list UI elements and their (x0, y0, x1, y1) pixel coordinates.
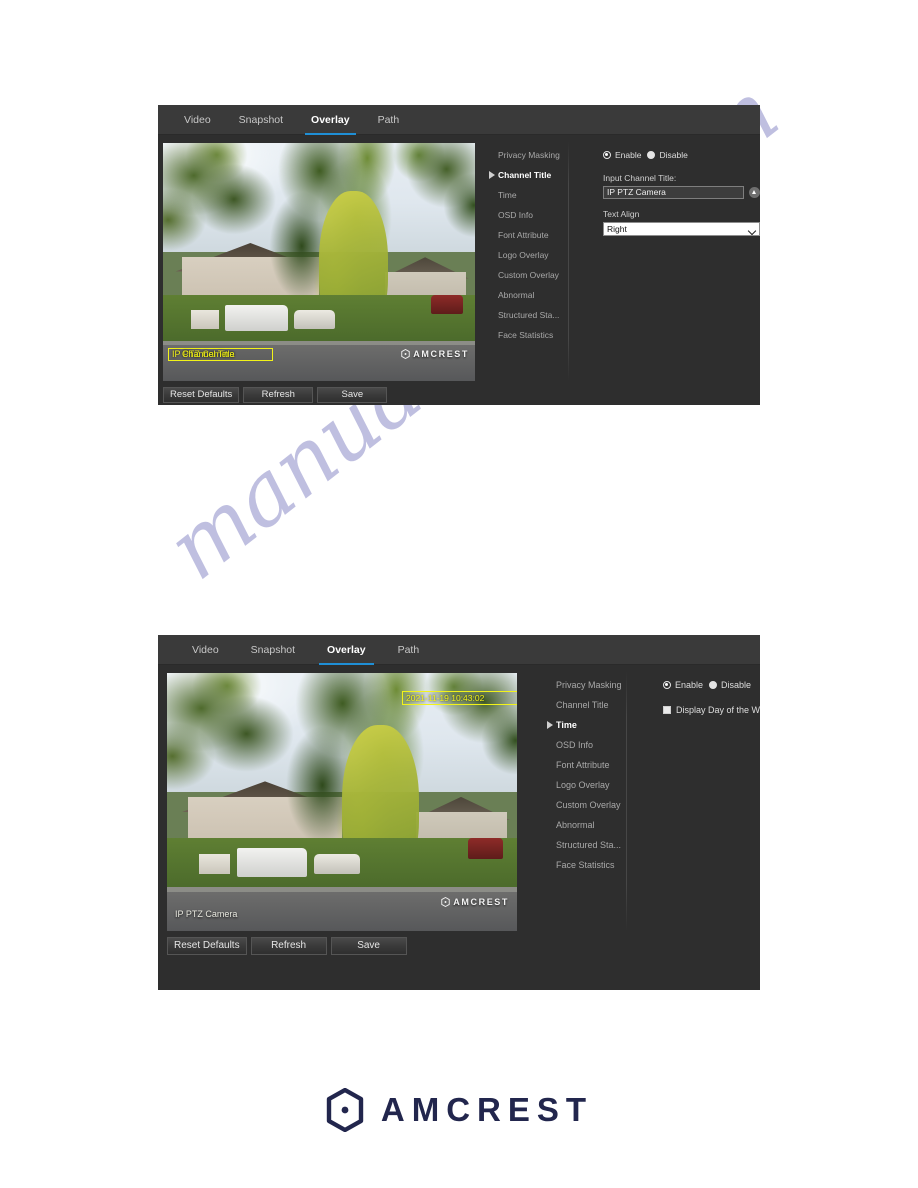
scene-car-red (431, 295, 463, 315)
amcrest-hex-logo-icon (326, 1088, 364, 1132)
enable-radio-option[interactable]: Enable (663, 680, 703, 690)
enable-disable-radio-group: Enable Disable (603, 147, 760, 163)
scene-steps (198, 853, 230, 875)
menu-item-logo-overlay[interactable]: Logo Overlay (489, 245, 587, 265)
save-button[interactable]: Save (330, 937, 407, 955)
footer-brand: AMCREST (0, 1088, 918, 1132)
disable-radio-icon[interactable] (647, 151, 656, 159)
enable-disable-radio-group: Enable Disable (663, 677, 760, 693)
panel-body: IP PTZ Camera Channel Title AMCREST Rese… (158, 135, 760, 403)
tab-video[interactable]: Video (170, 105, 225, 134)
disable-radio-label: Disable (721, 680, 752, 690)
osd-channel-title-box[interactable]: IP PTZ Camera Channel Title (168, 348, 273, 361)
menu-item-font-attribute[interactable]: Font Attribute (547, 755, 647, 775)
footer-brand-text: AMCREST (380, 1091, 594, 1128)
scene-car (294, 309, 335, 329)
video-preview[interactable]: 2021-11-19 10:43:02 IP PTZ Camera AMCRES… (167, 673, 517, 931)
display-day-of-week-row[interactable]: Display Day of the Week (663, 705, 760, 715)
refresh-button[interactable]: Refresh (250, 937, 327, 955)
tab-snapshot[interactable]: Snapshot (225, 105, 297, 134)
menu-item-structured-statistics[interactable]: Structured Sta... (547, 835, 647, 855)
page-root: manualshive.com Video Snapshot Overlay P… (0, 0, 918, 1188)
channel-title-input[interactable]: IP PTZ Camera (603, 186, 744, 199)
menu-item-logo-overlay[interactable]: Logo Overlay (547, 775, 647, 795)
menu-item-osd-info[interactable]: OSD Info (489, 205, 587, 225)
menu-item-time[interactable]: Time (489, 185, 587, 205)
disable-radio-option[interactable]: Disable (647, 150, 688, 160)
osd-timestamp-box[interactable]: 2021-11-19 10:43:02 (402, 691, 517, 705)
refresh-button[interactable]: Refresh (243, 387, 314, 403)
menu-item-font-attribute[interactable]: Font Attribute (489, 225, 587, 245)
scene-car (314, 853, 360, 875)
tab-bar: Video Snapshot Overlay Path (158, 105, 760, 135)
overlay-menu-list: Privacy Masking Channel Title Time OSD I… (489, 143, 587, 403)
disable-radio-label: Disable (659, 150, 688, 160)
scene-truck (225, 304, 288, 331)
tab-path[interactable]: Path (382, 635, 436, 664)
osd-channel-title-placeholder: Channel Title (182, 349, 235, 359)
reset-defaults-button[interactable]: Reset Defaults (167, 937, 247, 955)
channel-title-form: Enable Disable Input Channel Title: IP P… (603, 143, 760, 403)
video-preview[interactable]: IP PTZ Camera Channel Title AMCREST (163, 143, 475, 381)
enable-radio-option[interactable]: Enable (603, 150, 641, 160)
video-column: 2021-11-19 10:43:02 IP PTZ Camera AMCRES… (167, 673, 517, 955)
menu-item-osd-info[interactable]: OSD Info (547, 735, 647, 755)
menu-item-custom-overlay[interactable]: Custom Overlay (489, 265, 587, 285)
video-column: IP PTZ Camera Channel Title AMCREST Rese… (163, 143, 475, 403)
osd-channel-title-text: IP PTZ Camera (175, 909, 238, 919)
menu-item-privacy-masking[interactable]: Privacy Masking (489, 145, 587, 165)
disable-radio-icon[interactable] (709, 681, 718, 689)
enable-radio-label: Enable (615, 150, 642, 160)
menu-item-abnormal[interactable]: Abnormal (489, 285, 587, 305)
video-amcrest-watermark: AMCREST (441, 897, 509, 907)
tab-overlay[interactable]: Overlay (297, 105, 364, 135)
input-channel-title-row: IP PTZ Camera (603, 186, 760, 199)
column-divider (568, 141, 569, 381)
panel-body: 2021-11-19 10:43:02 IP PTZ Camera AMCRES… (158, 665, 760, 955)
menu-item-time[interactable]: Time (547, 715, 647, 735)
menu-item-face-statistics[interactable]: Face Statistics (489, 325, 587, 345)
video-amcrest-logo-text: AMCREST (413, 349, 469, 359)
reset-defaults-button[interactable]: Reset Defaults (163, 387, 240, 403)
enable-radio-label: Enable (675, 680, 704, 690)
overlay-settings-panel-channel-title: Video Snapshot Overlay Path IP PTZ Camer… (158, 105, 760, 405)
text-align-select[interactable]: Right (603, 222, 760, 236)
channel-title-add-icon[interactable] (749, 187, 760, 198)
video-amcrest-watermark: AMCREST (401, 349, 469, 359)
scene-truck (237, 848, 307, 877)
menu-item-privacy-masking[interactable]: Privacy Masking (547, 675, 647, 695)
menu-item-structured-statistics[interactable]: Structured Sta... (489, 305, 587, 325)
osd-timestamp-value: 2021-11-19 10:43:02 (406, 692, 485, 703)
column-divider (626, 671, 627, 931)
tab-bar: Video Snapshot Overlay Path (158, 635, 760, 665)
amcrest-hex-logo-icon (401, 349, 410, 359)
action-button-row: Reset Defaults Refresh Save (163, 387, 475, 403)
menu-item-channel-title[interactable]: Channel Title (547, 695, 647, 715)
disable-radio-option[interactable]: Disable (709, 680, 751, 690)
enable-radio-icon[interactable] (603, 151, 611, 159)
tab-video[interactable]: Video (176, 635, 235, 664)
overlay-settings-panel-time: Video Snapshot Overlay Path 2021-11-19 1… (158, 635, 760, 990)
tab-snapshot[interactable]: Snapshot (235, 635, 311, 664)
action-button-row: Reset Defaults Refresh Save (167, 937, 517, 955)
menu-item-abnormal[interactable]: Abnormal (547, 815, 647, 835)
menu-item-channel-title[interactable]: Channel Title (489, 165, 587, 185)
save-button[interactable]: Save (317, 387, 388, 403)
display-day-of-week-checkbox[interactable] (663, 706, 671, 714)
tab-path[interactable]: Path (364, 105, 414, 134)
video-amcrest-logo-text: AMCREST (453, 897, 509, 907)
time-overlay-form: Enable Disable Display Day of the Week (663, 673, 760, 955)
text-align-label: Text Align (603, 209, 640, 219)
input-channel-title-label: Input Channel Title: (603, 173, 677, 183)
overlay-menu-list: Privacy Masking Channel Title Time OSD I… (547, 673, 647, 955)
menu-item-custom-overlay[interactable]: Custom Overlay (547, 795, 647, 815)
scene-car-red (468, 838, 503, 859)
enable-radio-icon[interactable] (663, 681, 671, 689)
tab-overlay[interactable]: Overlay (311, 635, 382, 665)
amcrest-hex-logo-icon (441, 897, 450, 907)
display-day-of-week-label: Display Day of the Week (676, 705, 760, 715)
menu-item-face-statistics[interactable]: Face Statistics (547, 855, 647, 875)
scene-steps (191, 309, 220, 329)
